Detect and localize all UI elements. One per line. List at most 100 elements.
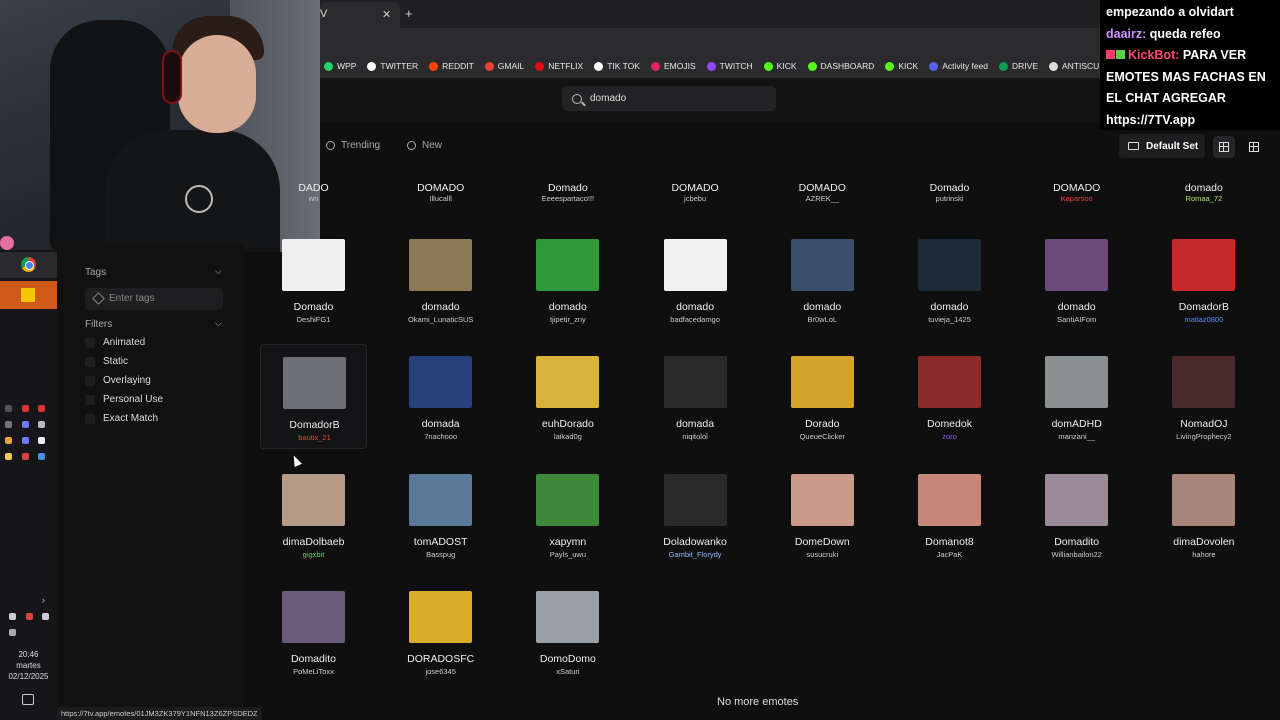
filter-personal-use[interactable]: Personal Use	[85, 394, 163, 405]
emote-name: dimaDovolen	[1173, 535, 1235, 548]
chevron-down-icon[interactable]: ⌵	[215, 266, 222, 277]
emote-card[interactable]: Domadito PoMeLiToxx	[260, 579, 367, 684]
bookmark-item[interactable]: KICK	[885, 61, 918, 71]
status-url: https://7tv.app/emotes/01JM3ZK379Y1NFN13…	[57, 707, 262, 720]
grid-icon	[1219, 142, 1229, 152]
checkbox[interactable]	[85, 337, 95, 348]
bookmark-item[interactable]: KICK	[763, 61, 797, 71]
grid-view-button[interactable]	[1213, 136, 1235, 158]
address-bar[interactable]	[320, 28, 1100, 54]
emote-card[interactable]: DORADOSFC jose6345	[387, 579, 494, 684]
tray-icon[interactable]	[26, 613, 33, 620]
chat-line: KickBot: PARA VER EMOTES MAS FACHAS EN E…	[1106, 45, 1274, 131]
filter-static[interactable]: Static	[85, 356, 128, 367]
tray-icon[interactable]	[5, 453, 12, 460]
emote-card[interactable]: domado tuvieja_1425	[896, 227, 1003, 332]
bookmark-item[interactable]: NETFLIX	[535, 61, 583, 71]
bookmark-item[interactable]: TIK TOK	[594, 61, 640, 71]
search-bar[interactable]: domado	[562, 86, 776, 111]
emote-card[interactable]: domado badfacedamgo	[642, 227, 749, 332]
bookmark-item[interactable]: EMOJIS	[650, 61, 696, 71]
emote-author: Illucalll	[429, 194, 452, 203]
tab-close-icon[interactable]: ✕	[382, 8, 391, 21]
emote-card[interactable]: domADHD manzani__	[1023, 344, 1130, 449]
bookmark-item[interactable]: DRIVE	[999, 61, 1038, 71]
tray-icon[interactable]	[38, 453, 45, 460]
checkbox[interactable]	[85, 394, 95, 405]
browser-tab[interactable]: V ✕	[320, 2, 400, 28]
emote-card[interactable]: NomadOJ LivingProphecy2	[1150, 344, 1257, 449]
monitor-icon[interactable]	[9, 629, 16, 636]
search-input[interactable]: domado	[590, 93, 626, 104]
tab-new[interactable]: New	[407, 140, 442, 151]
emote-card[interactable]: Domedok zoro	[896, 344, 1003, 449]
emote-card[interactable]: DomoDomo xSaturi	[514, 579, 621, 684]
filter-animated[interactable]: Animated	[85, 337, 145, 348]
bookmark-icon	[885, 61, 895, 71]
chevron-down-icon[interactable]: ⌵	[215, 318, 222, 329]
tray-icon[interactable]	[22, 405, 29, 412]
emote-author: matiaz0800	[1184, 315, 1224, 324]
tray-icon[interactable]	[42, 613, 49, 620]
tray-icon[interactable]	[22, 437, 29, 444]
tray-icon[interactable]	[38, 405, 45, 412]
tab-trending[interactable]: Trending	[326, 140, 380, 151]
filter-overlaying[interactable]: Overlaying	[85, 375, 151, 386]
bookmark-item[interactable]: Activity feed	[929, 61, 988, 71]
chrome-taskbar-item[interactable]	[0, 252, 57, 278]
emote-card[interactable]: Domanot8 JacPaK	[896, 462, 1003, 567]
checkbox[interactable]	[85, 375, 95, 386]
new-tab-button[interactable]: +	[405, 6, 413, 21]
notes-taskbar-item[interactable]	[0, 281, 57, 309]
bookmark-item[interactable]: DASHBOARD	[807, 61, 874, 71]
speaker-icon[interactable]	[9, 613, 16, 620]
emote-card[interactable]: domado SantiAIFom	[1023, 227, 1130, 332]
emote-card[interactable]: DomadorB matiaz0800	[1150, 227, 1257, 332]
bookmark-item[interactable]: TWITTER	[367, 61, 418, 71]
emote-card[interactable]: Domado DeshiFG1	[260, 227, 367, 332]
tray-icon[interactable]	[38, 437, 45, 444]
notification-icon[interactable]	[22, 694, 34, 705]
tray-icon[interactable]	[5, 437, 12, 444]
emote-card[interactable]: Dorado QueueClicker	[769, 344, 876, 449]
tray-icon[interactable]	[22, 421, 29, 428]
emote-card[interactable]: domada 7nachooo	[387, 344, 494, 449]
emote-card[interactable]: DomadorB bautix_21	[260, 344, 367, 450]
emote-image	[1045, 473, 1109, 526]
emote-card[interactable]: domado Br0wLoL	[769, 227, 876, 332]
filter-exact-match[interactable]: Exact Match	[85, 413, 158, 424]
tags-input[interactable]: Enter tags	[85, 288, 223, 310]
chat-line: empezando a olvidart	[1106, 5, 1234, 19]
emote-card[interactable]: DomeDown susucruki	[769, 462, 876, 567]
shirt-logo-icon	[185, 185, 213, 213]
taskbar-clock[interactable]: 20:46 martes 02/12/2025	[0, 649, 57, 682]
tray-icon[interactable]	[38, 421, 45, 428]
emote-card[interactable]: domado Okami_LunaticSUS	[387, 227, 494, 332]
clock-day: martes	[16, 661, 41, 670]
compact-view-button[interactable]	[1243, 136, 1265, 158]
emote-card[interactable]: xapymn Payls_uwu	[514, 462, 621, 567]
bookmark-label: KICK	[776, 61, 797, 71]
emote-card[interactable]: domada niqitolol	[642, 344, 749, 449]
emote-card[interactable]: dimaDolbaeb gigxbit	[260, 462, 367, 567]
bookmark-item[interactable]: GMAIL	[484, 61, 524, 71]
tray-icon[interactable]	[5, 421, 12, 428]
checkbox[interactable]	[85, 356, 95, 367]
chevron-right-icon[interactable]: ›	[42, 595, 45, 605]
bookmark-item[interactable]: REDDIT	[429, 61, 474, 71]
webcam-pink-object	[0, 236, 14, 250]
tray-icon[interactable]	[5, 405, 12, 412]
bookmark-item[interactable]: TWITCH	[706, 61, 753, 71]
emote-card[interactable]: euhDorado laikad0g	[514, 344, 621, 449]
default-set-button[interactable]: Default Set	[1119, 134, 1205, 158]
emote-name: Domanot8	[925, 535, 974, 548]
checkbox[interactable]	[85, 413, 95, 424]
emote-card[interactable]: Domadito Willianbailon22	[1023, 462, 1130, 567]
emote-card[interactable]: tomADOST Basspug	[387, 462, 494, 567]
emote-card[interactable]: domado tjipetir_zny	[514, 227, 621, 332]
tray-icon[interactable]	[22, 453, 29, 460]
bookmark-item[interactable]: WPP	[324, 61, 356, 71]
emote-card[interactable]: Doladowanko Gambit_Florydy	[642, 462, 749, 567]
emote-card[interactable]: dimaDovolen hahore	[1150, 462, 1257, 567]
bookmark-item[interactable]: ANTISCUFF	[1049, 61, 1100, 71]
